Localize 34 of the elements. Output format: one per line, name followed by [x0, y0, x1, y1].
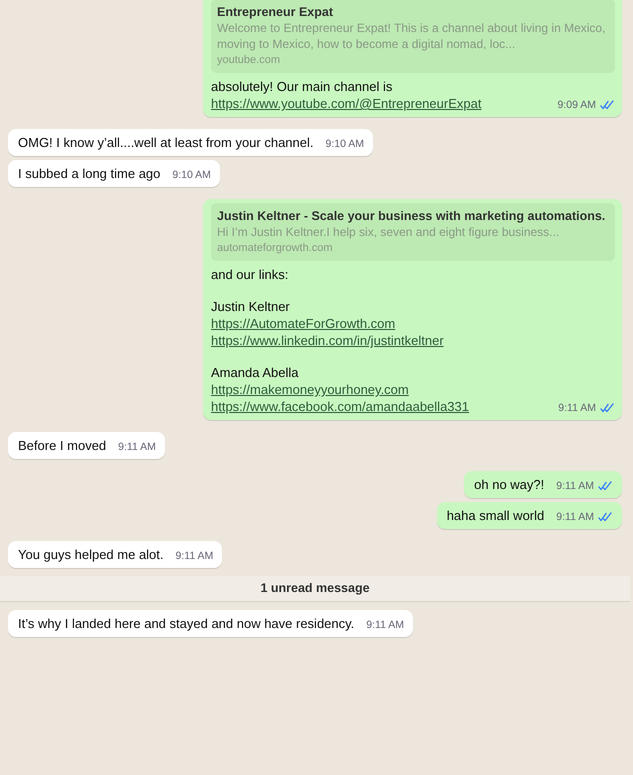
unread-messages-banner: 1 unread message: [0, 576, 630, 602]
message-text: Amanda Abella: [211, 365, 298, 380]
preview-title: Justin Keltner - Scale your business with marketing automations.: [217, 208, 606, 224]
message-text: Justin Keltner: [211, 299, 290, 314]
message-text: OMG! I know y’all....well at least from your channel.: [18, 135, 314, 150]
preview-description: Hi I’m Justin Keltner.I help six, seven and eight figure business...: [217, 224, 560, 240]
message-text: You guys helped me alot.: [18, 547, 164, 562]
message-text: oh no way?!: [474, 477, 544, 492]
message-text: haha small world: [446, 508, 544, 523]
preview-title: Entrepreneur Expat: [217, 4, 334, 20]
link[interactable]: https://makemoneyyourhoney.com: [211, 382, 409, 397]
message-time: 9:09 AM: [557, 98, 596, 112]
link-preview-card[interactable]: Entrepreneur Expat Welcome to Entrepreneur Expat! This is a channel about living in Mexico, moving to Mexico, how to become a digital nomad, loc... youtube.com: [211, 0, 615, 73]
message-time: 9:11 AM: [118, 440, 156, 454]
link-preview-card[interactable]: Justin Keltner - Scale your business with marketing automations. Hi I’m Justin Keltner.I help six, seven and eight figure business... automateforgrowth.com: [211, 203, 615, 261]
link[interactable]: https://www.facebook.com/amandaabella331: [211, 399, 469, 414]
message-text: It’s why I landed here and stayed and now have residency.: [18, 616, 354, 631]
message-time: 9:11 AM: [556, 510, 594, 524]
message-time: 9:11 AM: [176, 549, 214, 563]
message-time: 9:10 AM: [326, 137, 364, 151]
message-text: absolutely! Our main channel is: [211, 79, 392, 94]
message-text: Before I moved: [18, 438, 106, 453]
message-text: and our links:: [211, 267, 288, 282]
preview-domain: youtube.com: [217, 53, 281, 68]
preview-domain: automateforgrowth.com: [217, 241, 334, 256]
link[interactable]: https://www.linkedin.com/in/justintkeltner: [211, 333, 444, 348]
preview-description: Welcome to Entrepreneur Expat! This is a channel about living in Mexico, moving to Mexico, how to become a digital nomad, loc...: [217, 20, 606, 52]
link[interactable]: https://AutomateForGrowth.com: [211, 316, 396, 331]
message-text: I subbed a long time ago: [18, 166, 160, 181]
message-time: 9:11 AM: [366, 618, 404, 632]
link[interactable]: https://www.youtube.com/@EntrepreneurExpat: [211, 96, 482, 111]
message-time: 9:10 AM: [172, 168, 211, 182]
message-time: 9:11 AM: [556, 479, 594, 493]
message-time: 9:11 AM: [558, 401, 596, 415]
